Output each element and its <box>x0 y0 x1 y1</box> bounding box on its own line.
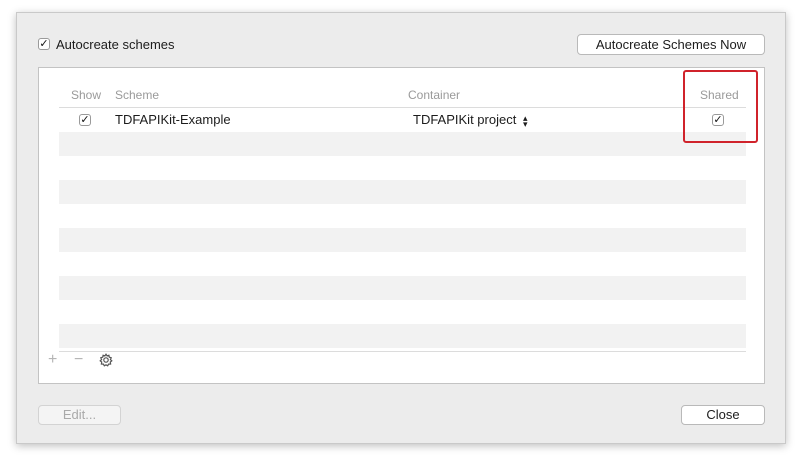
table-header: Show Scheme Container Shared <box>59 82 746 108</box>
shared-column-highlight <box>683 70 758 143</box>
empty-row <box>59 252 746 276</box>
stepper-arrows-icon: ▴ ▾ <box>522 112 528 129</box>
scheme-name: TDFAPIKit-Example <box>115 112 231 127</box>
empty-row <box>59 156 746 180</box>
autocreate-schemes-checkbox[interactable]: ✓ <box>38 38 50 50</box>
table-row[interactable]: ✓ TDFAPIKit-Example TDFAPIKit project ▴ ▾… <box>59 108 746 132</box>
empty-row <box>59 228 746 252</box>
gear-icon[interactable] <box>99 353 113 367</box>
container-name: TDFAPIKit project <box>413 112 517 127</box>
close-button[interactable]: Close <box>681 405 765 425</box>
empty-row <box>59 204 746 228</box>
empty-row <box>59 132 746 156</box>
autocreate-schemes-label: Autocreate schemes <box>56 37 175 52</box>
column-header-show[interactable]: Show <box>71 88 101 102</box>
add-button[interactable]: + <box>48 352 57 368</box>
autocreate-schemes-now-button[interactable]: Autocreate Schemes Now <box>577 34 765 55</box>
empty-row <box>59 300 746 324</box>
table-bottom-divider <box>59 351 746 352</box>
schemes-table: Show Scheme Container Shared ✓ TDFAPIKit… <box>59 70 758 352</box>
column-header-container[interactable]: Container <box>408 88 460 102</box>
empty-row <box>59 324 746 348</box>
container-popup[interactable]: TDFAPIKit project ▴ ▾ <box>413 112 528 129</box>
empty-row <box>59 180 746 204</box>
empty-row <box>59 276 746 300</box>
edit-button[interactable]: Edit... <box>38 405 121 425</box>
manage-schemes-sheet: ✓ Autocreate schemes Autocreate Schemes … <box>16 12 786 444</box>
column-header-scheme[interactable]: Scheme <box>115 88 159 102</box>
remove-button[interactable]: − <box>74 352 83 368</box>
show-checkbox[interactable]: ✓ <box>79 114 91 126</box>
schemes-table-panel: Show Scheme Container Shared ✓ TDFAPIKit… <box>38 67 765 384</box>
